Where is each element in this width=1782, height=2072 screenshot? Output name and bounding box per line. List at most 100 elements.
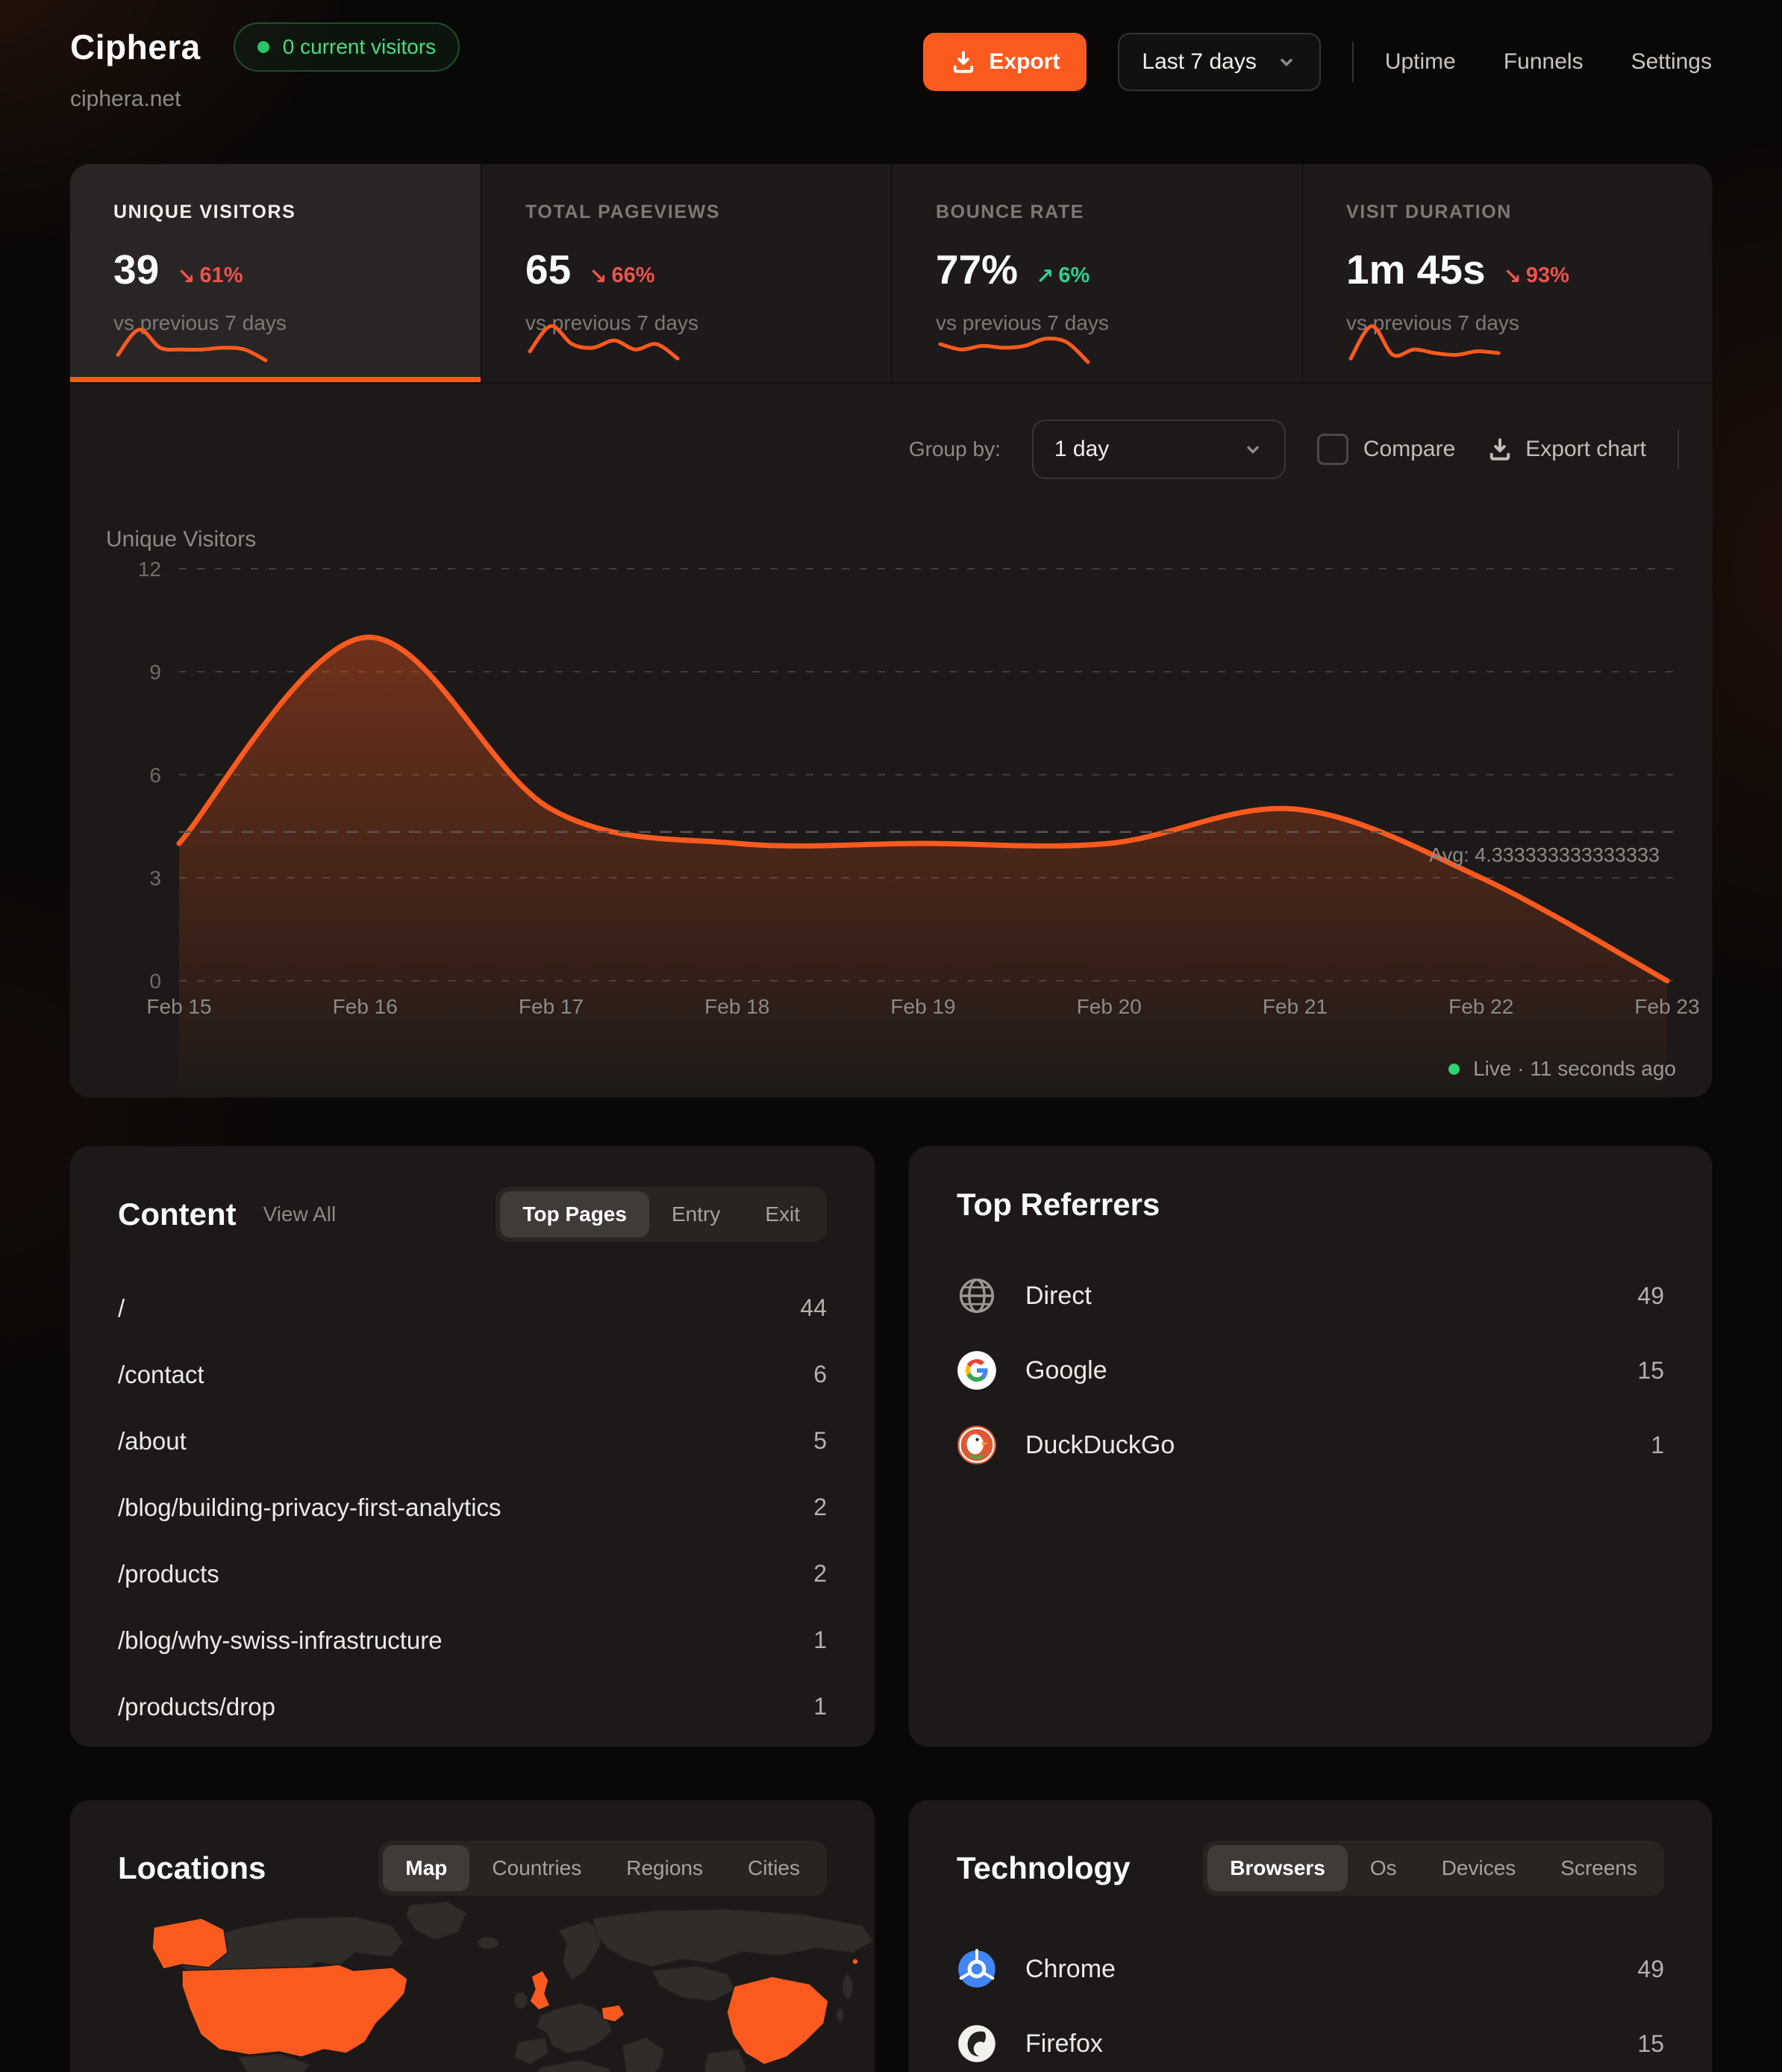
- technology-tab[interactable]: Screens: [1538, 1845, 1660, 1891]
- x-tick-label: Feb 22: [1448, 995, 1513, 1018]
- x-tick-label: Feb 19: [890, 995, 955, 1018]
- x-tick-label: Feb 23: [1634, 995, 1699, 1018]
- page-count: 2: [813, 1494, 827, 1521]
- map-uk-highlight: [530, 1970, 550, 2010]
- technology-panel: Technology Browsers Os Devices Screens C…: [909, 1800, 1712, 2072]
- browser-row[interactable]: Firefox 15: [957, 2006, 1664, 2072]
- content-tab[interactable]: Top Pages: [500, 1191, 649, 1238]
- download-icon: [950, 49, 977, 75]
- referrer-name: DuckDuckGo: [1025, 1431, 1175, 1460]
- map-romania-highlight: [601, 2005, 625, 2022]
- locations-tab[interactable]: Cities: [725, 1845, 822, 1891]
- map-iceland: [478, 1937, 498, 1949]
- date-range-value: Last 7 days: [1142, 49, 1256, 75]
- site-title: Ciphera: [70, 27, 201, 67]
- technology-panel-header: Technology Browsers Os Devices Screens: [909, 1800, 1712, 1896]
- header: Ciphera 0 current visitors ciphera.net E…: [70, 22, 1712, 112]
- x-tick-label: Feb 21: [1263, 995, 1328, 1018]
- panel-title: Content: [118, 1196, 237, 1232]
- map-ireland: [514, 1992, 528, 2009]
- live-status-label: Live · 11 seconds ago: [1473, 1057, 1676, 1081]
- main-analytics-panel: UNIQUE VISITORS 39 ↘61% vs previous 7 da…: [70, 164, 1712, 1097]
- browsers-list: Chrome 49 Firefox 15: [909, 1896, 1712, 2072]
- referrer-name: Google: [1025, 1356, 1107, 1385]
- y-tick-label: 3: [149, 867, 161, 890]
- content-panel-header: Content View All Top Pages Entry Exit: [70, 1146, 875, 1242]
- page-row[interactable]: /products/drop 1: [118, 1673, 827, 1740]
- browser-count: 49: [1637, 1956, 1664, 1983]
- y-tick-label: 6: [149, 764, 161, 787]
- top-pages-list: / 44 /contact 6 /about 5 /blog/building-…: [70, 1242, 875, 1740]
- map-japan-south: [837, 2009, 844, 2022]
- chevron-down-icon: [1276, 52, 1297, 72]
- locations-panel-header: Locations Map Countries Regions Cities: [70, 1800, 875, 1896]
- map-usa-highlight: [182, 1965, 407, 2057]
- panel-title: Locations: [118, 1850, 266, 1886]
- export-button-label: Export: [989, 49, 1060, 75]
- page-path: /products/drop: [118, 1693, 275, 1721]
- page-row[interactable]: /blog/building-privacy-first-analytics 2: [118, 1474, 827, 1541]
- nav-link[interactable]: Funnels: [1504, 49, 1584, 75]
- export-button[interactable]: Export: [923, 33, 1087, 91]
- map-alaska-highlight: [152, 1918, 228, 1969]
- visitors-area-chart: Avg: 4.333333333333333 036912Feb 15Feb 1…: [70, 164, 1712, 1097]
- world-map-svg: [70, 1896, 875, 2072]
- globe-icon: [957, 1276, 997, 1316]
- content-tab[interactable]: Entry: [649, 1191, 742, 1238]
- content-tab[interactable]: Exit: [742, 1191, 822, 1238]
- map-dot-highlight: [852, 1959, 858, 1965]
- firefox-icon: [957, 2023, 997, 2064]
- content-panel: Content View All Top Pages Entry Exit / …: [70, 1146, 875, 1747]
- technology-tab[interactable]: Os: [1348, 1845, 1419, 1891]
- page-row[interactable]: /about 5: [118, 1408, 827, 1474]
- map-india: [704, 2049, 746, 2072]
- page-path: /products: [118, 1560, 219, 1588]
- page-row[interactable]: /products 2: [118, 1541, 827, 1607]
- locations-tab[interactable]: Map: [383, 1845, 469, 1891]
- referrer-name: Direct: [1025, 1282, 1092, 1311]
- duckduckgo-icon: [957, 1425, 997, 1465]
- top-nav: Uptime Funnels Settings: [1385, 49, 1712, 75]
- world-map: [70, 1896, 875, 2072]
- referrer-row[interactable]: Google 15: [957, 1333, 1664, 1408]
- date-range-select[interactable]: Last 7 days: [1118, 33, 1320, 91]
- page-path: /contact: [118, 1361, 204, 1389]
- page-path: /: [118, 1294, 125, 1323]
- referrer-row[interactable]: DuckDuckGo 1: [957, 1408, 1664, 1482]
- locations-tabs: Map Countries Regions Cities: [378, 1841, 827, 1896]
- page-row[interactable]: / 44: [118, 1275, 827, 1341]
- referrers-panel: Top Referrers Direct 49 Google 15 DuckDu…: [909, 1146, 1712, 1747]
- nav-link[interactable]: Settings: [1631, 49, 1712, 75]
- nav-link[interactable]: Uptime: [1385, 49, 1456, 75]
- map-europe: [537, 2003, 612, 2053]
- map-russia: [593, 1909, 873, 1967]
- panel-title: Top Referrers: [957, 1187, 1160, 1223]
- view-all-link[interactable]: View All: [263, 1202, 337, 1226]
- page-row[interactable]: /blog/why-swiss-infrastructure 1: [118, 1607, 827, 1673]
- y-tick-label: 0: [149, 970, 161, 993]
- page-count: 44: [800, 1294, 827, 1322]
- brand-block: Ciphera 0 current visitors ciphera.net: [70, 22, 460, 112]
- live-status: Live · 11 seconds ago: [1448, 1057, 1676, 1081]
- site-domain: ciphera.net: [70, 87, 460, 112]
- page-path: /about: [118, 1427, 187, 1455]
- referrer-row[interactable]: Direct 49: [957, 1258, 1664, 1333]
- analytics-dashboard: Ciphera 0 current visitors ciphera.net E…: [0, 0, 1782, 2072]
- y-tick-label: 9: [149, 661, 161, 684]
- technology-tab[interactable]: Browsers: [1207, 1845, 1348, 1891]
- page-path: /blog/why-swiss-infrastructure: [118, 1626, 443, 1655]
- map-iberia: [514, 2038, 548, 2065]
- browser-count: 15: [1637, 2030, 1664, 2058]
- x-tick-label: Feb 18: [704, 995, 769, 1018]
- browser-row[interactable]: Chrome 49: [957, 1932, 1664, 2006]
- x-tick-label: Feb 16: [333, 995, 398, 1018]
- referrers-panel-header: Top Referrers: [909, 1146, 1712, 1223]
- page-row[interactable]: /contact 6: [118, 1341, 827, 1408]
- panel-title: Technology: [957, 1850, 1131, 1886]
- map-japan: [842, 1975, 853, 1999]
- referrers-list: Direct 49 Google 15 DuckDuckGo 1: [909, 1223, 1712, 1482]
- google-icon: [957, 1350, 997, 1391]
- locations-tab[interactable]: Countries: [469, 1845, 604, 1891]
- technology-tab[interactable]: Devices: [1419, 1845, 1539, 1891]
- locations-tab[interactable]: Regions: [604, 1845, 725, 1891]
